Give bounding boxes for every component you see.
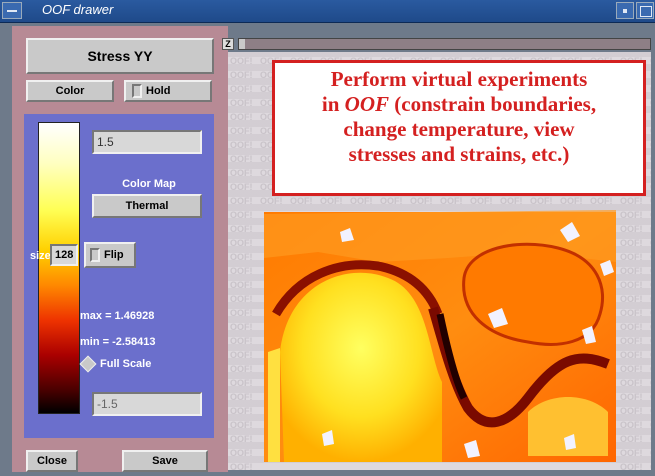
color-map-panel: 1.5 Color Map Thermal size 128 Flip max … xyxy=(24,114,214,438)
save-button[interactable]: Save xyxy=(122,450,208,472)
color-button[interactable]: Color xyxy=(26,80,114,102)
upper-limit-field[interactable]: 1.5 xyxy=(92,130,202,154)
flip-label: Flip xyxy=(104,249,124,261)
flip-checkbox[interactable] xyxy=(90,248,100,262)
close-button[interactable]: Close xyxy=(26,450,78,472)
size-field[interactable]: 128 xyxy=(50,244,78,266)
zoom-slider[interactable] xyxy=(238,38,651,50)
callout-line-3: change temperature, view xyxy=(343,117,575,141)
zoom-label[interactable]: Z xyxy=(222,38,234,50)
color-scale-bar xyxy=(38,122,80,414)
color-map-label: Color Map xyxy=(122,178,176,190)
maximize-button[interactable] xyxy=(636,2,654,19)
lower-limit-field[interactable]: -1.5 xyxy=(92,392,202,416)
quantity-button[interactable]: Stress YY xyxy=(26,38,214,74)
callout-line-2-post: (constrain boundaries, xyxy=(389,92,597,116)
callout-line-2-pre: in xyxy=(321,92,345,116)
full-scale-option[interactable]: Full Scale xyxy=(79,355,152,373)
mesh-view[interactable]: OOF! OOF! OOF! OOF! OOF! OOF! OOF! OOF! OOF! OOF!… xyxy=(228,52,651,470)
window-menu-button[interactable] xyxy=(2,2,22,19)
callout-oof-italic: OOF xyxy=(344,92,389,116)
annotation-callout: Perform virtual experiments in OOF (cons… xyxy=(272,60,646,196)
full-scale-label: Full Scale xyxy=(100,358,152,370)
color-map-selector[interactable]: Thermal xyxy=(92,194,202,218)
max-value: max = 1.46928 xyxy=(80,310,155,322)
hold-label: Hold xyxy=(146,85,171,97)
callout-line-4: stresses and strains, etc.) xyxy=(348,142,570,166)
diamond-radio-icon[interactable] xyxy=(79,355,97,373)
callout-line-2: in OOF (constrain boundaries, xyxy=(275,92,643,117)
title-bar: OOF drawer xyxy=(0,0,655,23)
pane-divider[interactable] xyxy=(220,26,228,472)
slider-thumb[interactable] xyxy=(239,39,245,49)
control-panel: Stress YY Color Hold 1.5 Color Map Therm… xyxy=(12,26,220,472)
flip-toggle[interactable]: Flip xyxy=(84,242,136,268)
size-label: size xyxy=(30,250,51,262)
hot-strip xyxy=(268,348,280,462)
window-title: OOF drawer xyxy=(42,2,114,17)
callout-line-1: Perform virtual experiments xyxy=(330,67,588,91)
hold-toggle[interactable]: Hold xyxy=(124,80,212,102)
hold-checkbox[interactable] xyxy=(132,84,142,98)
minimize-button[interactable] xyxy=(616,2,634,19)
min-value: min = -2.58413 xyxy=(80,336,156,348)
